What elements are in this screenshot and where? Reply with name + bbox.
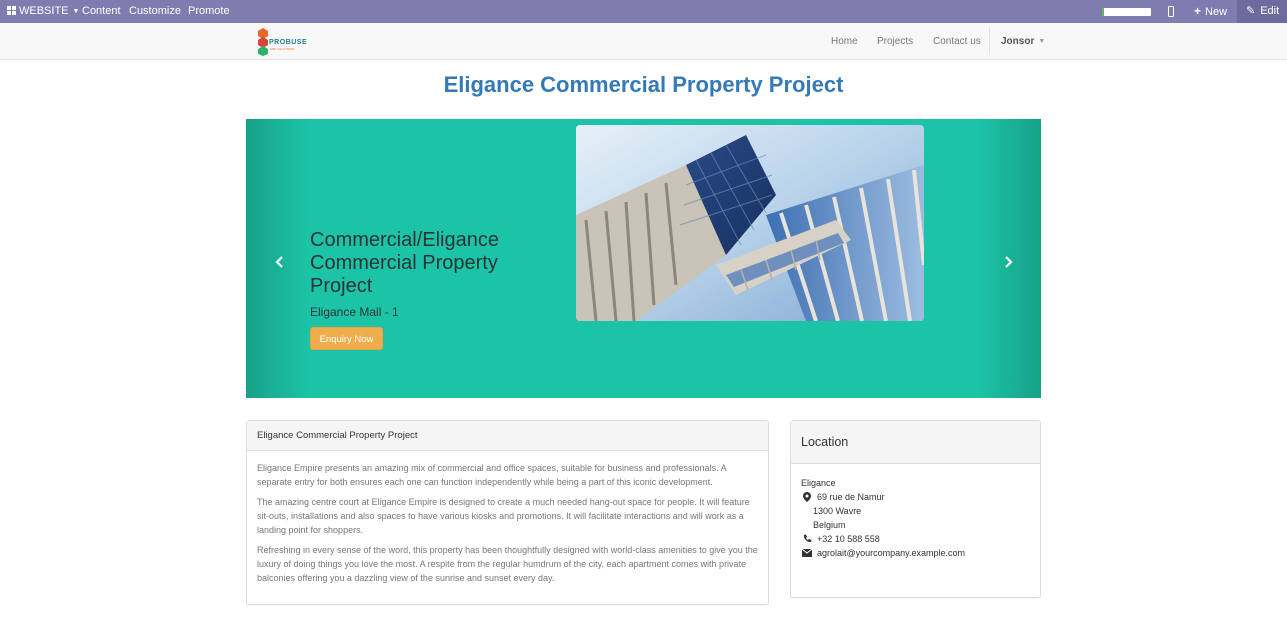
nav-home[interactable]: Home: [831, 23, 858, 60]
website-progress-bar: [1102, 8, 1151, 16]
edit-button[interactable]: ✎ Edit: [1237, 0, 1287, 23]
description-panel-body: Eligance Empire presents an amazing mix …: [247, 451, 768, 585]
main-navbar: PROBUSE ERP SOLUTIONS Home Projects Cont…: [0, 23, 1287, 60]
website-label: WEBSITE: [19, 5, 69, 17]
progress-fill: [1102, 8, 1105, 16]
new-label: New: [1205, 6, 1228, 18]
content-menu[interactable]: Content: [82, 0, 121, 23]
caret-down-icon: ▼: [1038, 38, 1046, 45]
location-panel: Location Eligance 69 rue de Namur 1300 W…: [790, 420, 1041, 598]
website-menu[interactable]: WEBSITE ▼: [7, 0, 79, 23]
address-row: 69 rue de Namur: [801, 490, 1030, 504]
nav-projects[interactable]: Projects: [877, 23, 913, 60]
email-row: agrolait@yourcompany.example.com: [801, 546, 1030, 560]
caret-down-icon: ▼: [72, 8, 80, 15]
company-logo[interactable]: PROBUSE ERP SOLUTIONS: [256, 27, 316, 57]
email-address[interactable]: agrolait@yourcompany.example.com: [817, 548, 965, 558]
chevron-left-icon[interactable]: [273, 255, 287, 269]
street: 69 rue de Namur: [817, 492, 885, 502]
nav-divider: [989, 27, 990, 55]
project-carousel: Commercial/Eligance Commercial Property …: [246, 119, 1041, 398]
phone-number: +32 10 588 558: [817, 534, 880, 544]
description-panel-title: Eligance Commercial Property Project: [247, 421, 768, 451]
plus-icon: +: [1194, 4, 1202, 18]
slide-heading: Commercial/Eligance Commercial Property …: [310, 229, 499, 297]
logo-text: PROBUSE: [269, 39, 308, 46]
description-paragraph: Refreshing in every sense of the word, t…: [257, 545, 758, 583]
phone-row: +32 10 588 558: [801, 532, 1030, 546]
customize-menu[interactable]: Customize: [129, 0, 181, 23]
nav-contact-us[interactable]: Contact us: [933, 23, 981, 60]
building-photo: [576, 125, 924, 321]
city: 1300 Wavre: [813, 506, 862, 516]
mobile-preview-icon[interactable]: [1168, 6, 1174, 17]
envelope-icon: [801, 546, 813, 561]
grid-icon: [7, 6, 16, 15]
location-panel-title: Location: [791, 421, 1040, 464]
description-paragraph: The amazing centre court at Eligance Emp…: [257, 497, 750, 535]
page-title: Eligance Commercial Property Project: [443, 72, 844, 97]
location-address: Eligance 69 rue de Namur 1300 Wavre Belg…: [791, 464, 1040, 560]
phone-icon: [802, 532, 812, 547]
admin-bar: WEBSITE ▼ Content Customize Promote + New …: [0, 0, 1287, 23]
user-name: Jonsor: [1001, 36, 1035, 47]
new-button[interactable]: + New: [1194, 0, 1227, 23]
country: Belgium: [813, 520, 846, 530]
logo-hexagons-icon: [258, 28, 268, 56]
pencil-icon: ✎: [1246, 5, 1256, 17]
enquiry-now-button[interactable]: Enquiry Now: [310, 327, 383, 350]
edit-label: Edit: [1260, 5, 1280, 17]
promote-menu[interactable]: Promote: [188, 0, 230, 23]
chevron-right-icon[interactable]: [1001, 255, 1015, 269]
project-description-panel: Eligance Commercial Property Project Eli…: [246, 420, 769, 605]
logo-subtext: ERP SOLUTIONS: [270, 47, 295, 51]
description-paragraph: Eligance Empire presents an amazing mix …: [257, 463, 727, 487]
slide-subheading: Eligance Mall - 1: [310, 305, 399, 319]
company-name: Eligance: [801, 478, 836, 488]
user-menu[interactable]: Jonsor ▼: [1001, 23, 1045, 60]
